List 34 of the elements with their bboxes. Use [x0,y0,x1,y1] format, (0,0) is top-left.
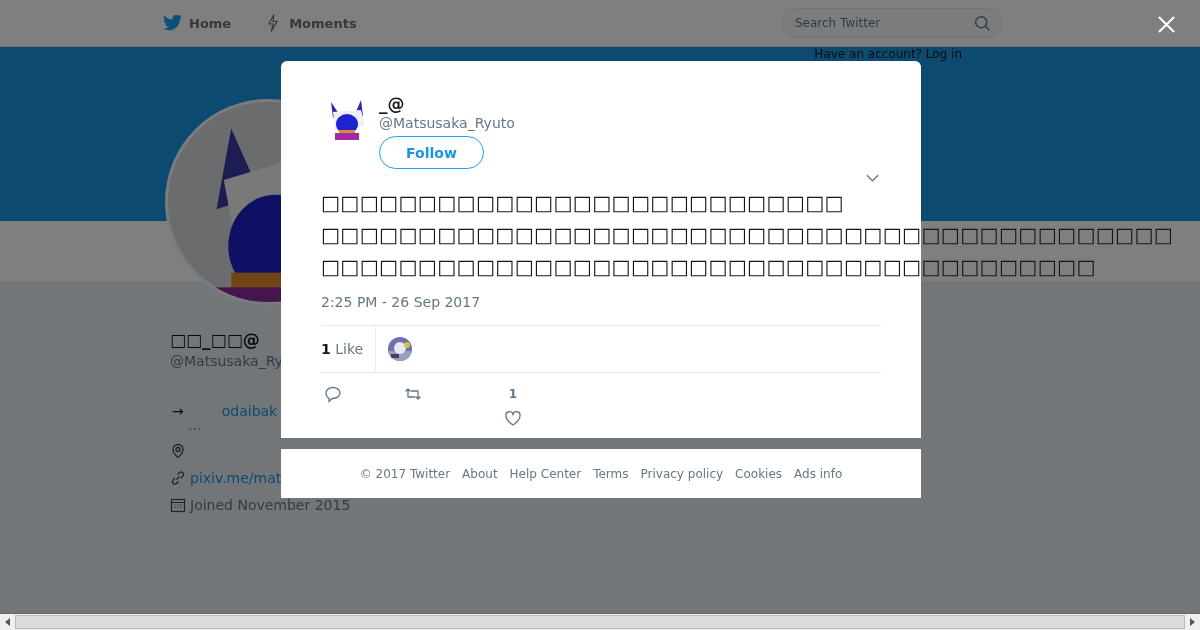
calendar-icon [170,497,186,513]
link-icon [170,470,186,486]
horizontal-scrollbar[interactable] [0,613,1200,630]
profile-handle: @Matsusaka_Ry [170,353,283,369]
profile-name: □□_□□@ [170,329,260,352]
copyright-text: © 2017 Twitter [359,466,451,481]
bio-more: … [187,417,202,433]
search-field[interactable]: Search Twitter [782,8,1002,38]
home-tab[interactable]: Home [163,14,232,32]
speech-bubble-icon[interactable] [324,385,342,403]
footer-link[interactable]: Privacy policy [640,466,724,481]
footer-link[interactable]: Terms [593,466,629,481]
user-handle[interactable]: @Matsusaka_Ryuto [379,114,515,132]
footer-link[interactable]: Ads info [794,466,843,481]
footer-link[interactable]: About [462,466,498,481]
tweet-timestamp[interactable]: 2:25 PM - 26 Sep 2017 [321,293,881,311]
follow-button[interactable]: Follow [379,136,484,169]
tweet-text-line: □□□□□□□□□□□□□□□□□□□□□□□□□□□ [321,190,844,217]
tweet-text-line: □□□□□□□□□□□□□□□□□□□□□□□□□□□□□□□□□□□□□□□□□□□□ [321,222,1174,249]
bird-icon [163,14,183,32]
heart-icon[interactable] [504,409,522,427]
joined-date: Joined November 2015 [190,497,351,513]
tweet-text-line: □□□□□□□□□□□□□□□□□□□□□□□□□□□□□□□□□□□□□□□□ [321,254,1096,281]
footer-link[interactable]: Help Center [509,466,582,481]
close-icon[interactable] [1157,15,1176,34]
like-count: 1 [508,386,518,403]
bio-text: → [172,403,184,419]
like-count[interactable]: 1 Like [321,326,377,372]
footer-link[interactable]: Cookies [735,466,783,481]
search-icon [974,15,991,32]
chevron-down-icon[interactable] [866,174,879,182]
location-icon [170,443,186,459]
user-name[interactable]: _@ [379,94,405,114]
moments-tab[interactable]: Moments [263,14,357,32]
